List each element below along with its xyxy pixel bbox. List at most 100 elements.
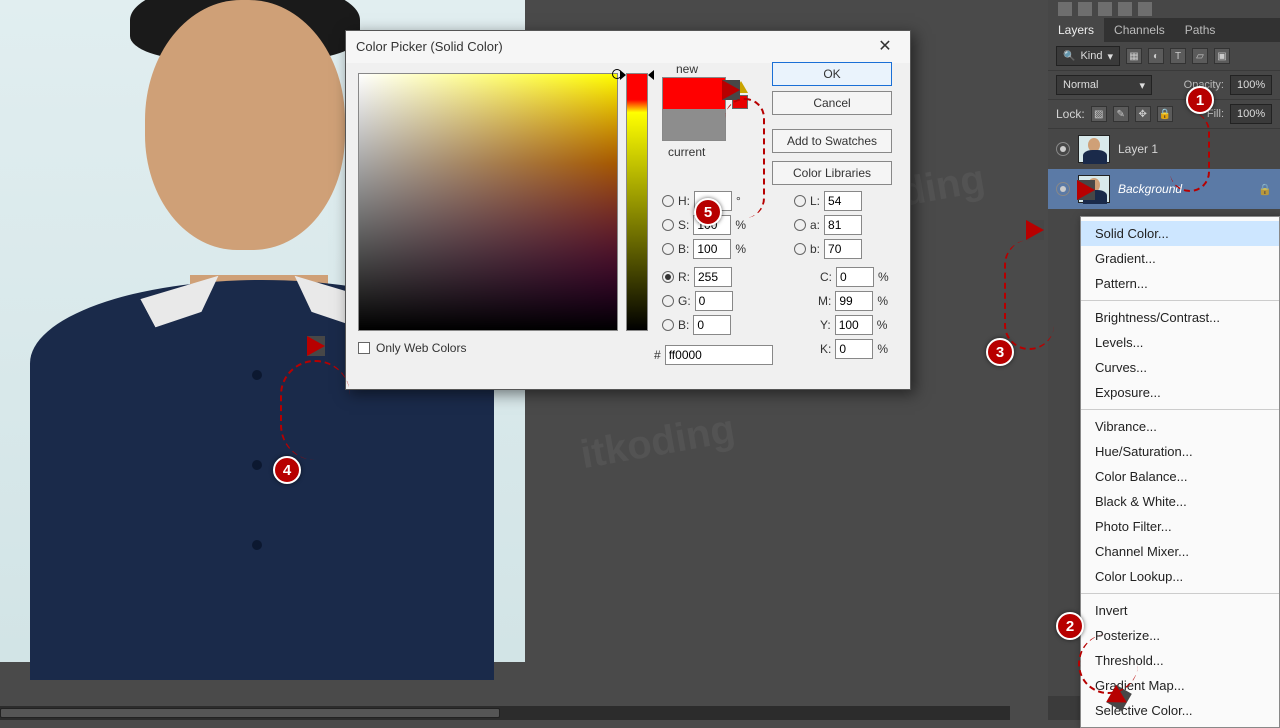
label-b-lab: b: — [810, 242, 820, 256]
label-s: S: — [678, 218, 689, 232]
label-k: K: — [820, 342, 831, 356]
fill-value[interactable]: 100% — [1230, 104, 1272, 124]
menu-item-channel-mixer[interactable]: Channel Mixer... — [1081, 539, 1279, 564]
label-h: H: — [678, 194, 690, 208]
input-g[interactable] — [695, 291, 733, 311]
tab-paths[interactable]: Paths — [1175, 18, 1226, 42]
input-r[interactable] — [694, 267, 732, 287]
annotation-badge-3: 3 — [986, 338, 1014, 366]
adjustments-thumb-icon[interactable] — [1098, 2, 1112, 16]
only-web-colors-label: Only Web Colors — [376, 341, 466, 355]
input-b-hsb[interactable] — [693, 239, 731, 259]
filter-smart-icon[interactable]: ▣ — [1214, 48, 1230, 64]
input-b-rgb[interactable] — [693, 315, 731, 335]
visibility-toggle-icon[interactable] — [1056, 182, 1070, 196]
radio-b-lab[interactable] — [794, 243, 806, 255]
filter-type-icon[interactable]: T — [1170, 48, 1186, 64]
saturation-brightness-field[interactable] — [358, 73, 618, 331]
annotation-badge-5: 5 — [694, 198, 722, 226]
annotation-path — [725, 98, 765, 218]
color-libraries-button[interactable]: Color Libraries — [772, 161, 892, 185]
lock-all-icon[interactable]: 🔒 — [1157, 106, 1173, 122]
adjustments-thumb-icon[interactable] — [1138, 2, 1152, 16]
radio-b-rgb[interactable] — [662, 319, 674, 331]
hue-slider[interactable] — [626, 73, 648, 331]
radio-r[interactable] — [662, 271, 674, 283]
label-y: Y: — [820, 318, 831, 332]
ok-button[interactable]: OK — [772, 62, 892, 86]
color-swatch-compare — [662, 77, 726, 141]
adjustments-thumb-icon[interactable] — [1078, 2, 1092, 16]
new-color-label: new — [676, 62, 698, 76]
radio-h[interactable] — [662, 195, 674, 207]
swatch-current[interactable] — [663, 109, 725, 140]
label-c: C: — [820, 270, 832, 284]
lock-trans-icon[interactable]: ▨ — [1091, 106, 1107, 122]
menu-item-color-lookup[interactable]: Color Lookup... — [1081, 564, 1279, 589]
adjustments-thumb-icon[interactable] — [1058, 2, 1072, 16]
filter-adjust-icon[interactable]: ◐ — [1148, 48, 1164, 64]
menu-item-levels[interactable]: Levels... — [1081, 330, 1279, 355]
cancel-button[interactable]: Cancel — [772, 91, 892, 115]
only-web-colors-checkbox[interactable] — [358, 342, 370, 354]
input-y[interactable] — [835, 315, 873, 335]
radio-l[interactable] — [794, 195, 806, 207]
swatch-new[interactable] — [663, 78, 725, 109]
visibility-toggle-icon[interactable] — [1056, 142, 1070, 156]
layer-name[interactable]: Background — [1118, 182, 1182, 196]
close-icon[interactable]: ✕ — [870, 32, 900, 62]
menu-item-exposure[interactable]: Exposure... — [1081, 380, 1279, 405]
layer-row[interactable]: Layer 1 — [1048, 129, 1280, 169]
radio-a[interactable] — [794, 219, 806, 231]
radio-b-hsb[interactable] — [662, 243, 674, 255]
menu-item-pattern[interactable]: Pattern... — [1081, 271, 1279, 296]
current-color-label: current — [668, 145, 705, 159]
filter-shape-icon[interactable]: ▱ — [1192, 48, 1208, 64]
menu-item-invert[interactable]: Invert — [1081, 598, 1279, 623]
watermark: itkoding — [577, 407, 738, 478]
panel-tabbar: Layers Channels Paths — [1048, 18, 1280, 42]
annotation-badge-1: 1 — [1186, 86, 1214, 114]
input-k[interactable] — [835, 339, 873, 359]
input-m[interactable] — [835, 291, 873, 311]
annotation-badge-2: 2 — [1056, 612, 1084, 640]
lock-label: Lock: — [1056, 107, 1085, 121]
menu-item-photo-filter[interactable]: Photo Filter... — [1081, 514, 1279, 539]
horizontal-scrollbar[interactable] — [0, 706, 1010, 720]
input-l[interactable] — [824, 191, 862, 211]
radio-s[interactable] — [662, 219, 674, 231]
input-hex[interactable] — [665, 345, 773, 365]
tab-channels[interactable]: Channels — [1104, 18, 1175, 42]
input-c[interactable] — [836, 267, 874, 287]
layer-filter-kind[interactable]: 🔍 Kind ▾ — [1056, 46, 1120, 66]
menu-item-gradient[interactable]: Gradient... — [1081, 246, 1279, 271]
add-to-swatches-button[interactable]: Add to Swatches — [772, 129, 892, 153]
chevron-down-icon: ▾ — [1107, 50, 1113, 63]
blend-mode-value: Normal — [1063, 79, 1098, 91]
adjustments-thumb-icon[interactable] — [1118, 2, 1132, 16]
label-a: a: — [810, 218, 820, 232]
tab-layers[interactable]: Layers — [1048, 18, 1104, 42]
menu-item-black-white[interactable]: Black & White... — [1081, 489, 1279, 514]
menu-item-color-balance[interactable]: Color Balance... — [1081, 464, 1279, 489]
label-l: L: — [810, 194, 820, 208]
menu-item-hue-saturation[interactable]: Hue/Saturation... — [1081, 439, 1279, 464]
menu-item-vibrance[interactable]: Vibrance... — [1081, 414, 1279, 439]
lock-pixels-icon[interactable]: ✎ — [1113, 106, 1129, 122]
menu-item-solid-color[interactable]: Solid Color... — [1081, 221, 1279, 246]
input-b-lab[interactable] — [824, 239, 862, 259]
chevron-down-icon: ▾ — [1139, 79, 1145, 92]
label-m: M: — [818, 294, 831, 308]
menu-item-curves[interactable]: Curves... — [1081, 355, 1279, 380]
menu-item-brightness-contrast[interactable]: Brightness/Contrast... — [1081, 305, 1279, 330]
lock-position-icon[interactable]: ✥ — [1135, 106, 1151, 122]
layer-name[interactable]: Layer 1 — [1118, 142, 1158, 156]
annotation-path — [1170, 112, 1210, 192]
input-a[interactable] — [824, 215, 862, 235]
blend-mode-select[interactable]: Normal ▾ — [1056, 75, 1152, 95]
radio-g[interactable] — [662, 295, 674, 307]
opacity-value[interactable]: 100% — [1230, 75, 1272, 95]
layer-thumbnail[interactable] — [1078, 135, 1110, 163]
dialog-title: Color Picker (Solid Color) — [356, 31, 503, 63]
filter-pixel-icon[interactable]: ▦ — [1126, 48, 1142, 64]
